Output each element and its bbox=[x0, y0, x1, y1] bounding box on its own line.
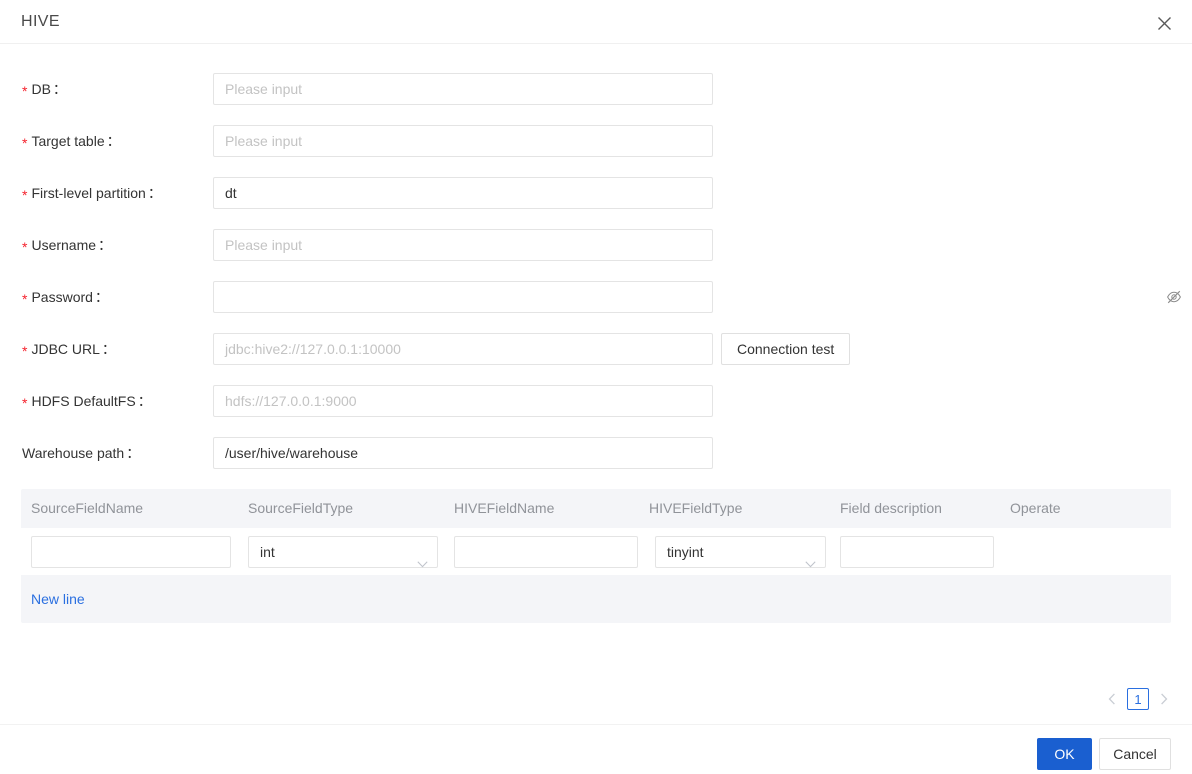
column-header-source-field-type: SourceFieldType bbox=[248, 489, 353, 528]
hive-field-type-select[interactable]: tinyint bbox=[655, 536, 826, 568]
close-icon-glyph bbox=[1157, 16, 1172, 31]
label-hdfs-defaultfs-text: HDFS DefaultFS bbox=[31, 393, 135, 409]
table-footer-row: New line bbox=[21, 575, 1171, 623]
required-marker: * bbox=[22, 135, 27, 151]
label-password: *Password： bbox=[0, 281, 196, 313]
eye-invisible-icon[interactable] bbox=[1166, 289, 1182, 305]
close-icon[interactable] bbox=[1150, 9, 1178, 37]
label-colon: ： bbox=[138, 393, 152, 409]
table-row: int tinyint bbox=[21, 528, 1171, 575]
required-marker: * bbox=[22, 343, 27, 359]
source-field-type-value: int bbox=[260, 544, 275, 560]
form-row-password: *Password： bbox=[0, 281, 1192, 313]
form-row-warehouse-path: Warehouse path： /user/hive/warehouse bbox=[0, 437, 1192, 469]
connection-test-button[interactable]: Connection test bbox=[721, 333, 850, 365]
cancel-button[interactable]: Cancel bbox=[1099, 738, 1171, 770]
hdfs-defaultfs-input[interactable]: hdfs://127.0.0.1:9000 bbox=[213, 385, 713, 417]
ok-button[interactable]: OK bbox=[1037, 738, 1092, 770]
source-field-type-select[interactable]: int bbox=[248, 536, 438, 568]
form-row-jdbc-url: *JDBC URL： jdbc:hive2://127.0.0.1:10000 … bbox=[0, 333, 1192, 365]
jdbc-url-input[interactable]: jdbc:hive2://127.0.0.1:10000 bbox=[213, 333, 713, 365]
label-target-table: *Target table： bbox=[0, 125, 196, 157]
form-row-username: *Username： Please input bbox=[0, 229, 1192, 261]
label-password-text: Password bbox=[31, 289, 92, 305]
password-input[interactable] bbox=[213, 281, 713, 313]
chevron-right-icon-glyph bbox=[1160, 693, 1168, 705]
required-marker: * bbox=[22, 187, 27, 203]
label-db-text: DB bbox=[31, 81, 50, 97]
label-hdfs-defaultfs: *HDFS DefaultFS： bbox=[0, 385, 196, 417]
form-row-db: *DB： Please input bbox=[0, 73, 1192, 105]
warehouse-path-input[interactable]: /user/hive/warehouse bbox=[213, 437, 713, 469]
label-target-table-text: Target table bbox=[31, 133, 104, 149]
column-header-source-field-name: SourceFieldName bbox=[31, 489, 143, 528]
column-header-hive-field-name: HIVEFieldName bbox=[454, 489, 554, 528]
field-description-input[interactable] bbox=[840, 536, 994, 568]
label-colon: ： bbox=[126, 445, 140, 461]
label-db: *DB： bbox=[0, 73, 196, 105]
hive-field-name-input[interactable] bbox=[454, 536, 638, 568]
label-jdbc-url: *JDBC URL： bbox=[0, 333, 196, 365]
label-warehouse-path: Warehouse path： bbox=[0, 437, 196, 469]
dialog-title: HIVE bbox=[21, 11, 60, 33]
chevron-left-icon-glyph bbox=[1108, 693, 1116, 705]
label-jdbc-url-text: JDBC URL bbox=[31, 341, 99, 357]
source-field-name-input[interactable] bbox=[31, 536, 231, 568]
hive-field-type-value: tinyint bbox=[667, 544, 704, 560]
column-header-hive-field-type: HIVEFieldType bbox=[649, 489, 742, 528]
required-marker: * bbox=[22, 83, 27, 99]
column-header-field-description: Field description bbox=[840, 489, 942, 528]
table-header-row: SourceFieldName SourceFieldType HIVEFiel… bbox=[21, 489, 1171, 528]
label-username: *Username： bbox=[0, 229, 196, 261]
chevron-down-icon-glyph bbox=[805, 561, 816, 568]
label-colon: ： bbox=[98, 237, 112, 253]
form-row-hdfs-defaultfs: *HDFS DefaultFS： hdfs://127.0.0.1:9000 bbox=[0, 385, 1192, 417]
dialog-header: HIVE bbox=[0, 0, 1192, 44]
label-colon: ： bbox=[107, 133, 121, 149]
field-mapping-table: SourceFieldName SourceFieldType HIVEFiel… bbox=[21, 489, 1171, 623]
required-marker: * bbox=[22, 291, 27, 307]
label-username-text: Username bbox=[31, 237, 96, 253]
username-input[interactable]: Please input bbox=[213, 229, 713, 261]
chevron-left-icon[interactable] bbox=[1105, 685, 1119, 713]
chevron-down-icon-glyph bbox=[417, 561, 428, 568]
new-line-button[interactable]: New line bbox=[31, 589, 85, 609]
form-row-target-table: *Target table： Please input bbox=[0, 125, 1192, 157]
db-input[interactable]: Please input bbox=[213, 73, 713, 105]
required-marker: * bbox=[22, 239, 27, 255]
label-colon: ： bbox=[148, 185, 162, 201]
label-warehouse-path-text: Warehouse path bbox=[22, 445, 124, 461]
form-row-first-level-partition: *First-level partition： dt bbox=[0, 177, 1192, 209]
chevron-down-icon bbox=[805, 548, 816, 555]
first-level-partition-input[interactable]: dt bbox=[213, 177, 713, 209]
column-header-operate: Operate bbox=[1010, 489, 1061, 528]
label-first-level-partition: *First-level partition： bbox=[0, 177, 196, 209]
label-first-level-partition-text: First-level partition bbox=[31, 185, 145, 201]
dialog-body: *DB： Please input *Target table： Please … bbox=[0, 45, 1192, 724]
pagination: 1 bbox=[1105, 685, 1171, 713]
label-colon: ： bbox=[95, 289, 109, 305]
chevron-right-icon[interactable] bbox=[1157, 685, 1171, 713]
target-table-input[interactable]: Please input bbox=[213, 125, 713, 157]
required-marker: * bbox=[22, 395, 27, 411]
chevron-down-icon bbox=[417, 548, 428, 555]
label-colon: ： bbox=[53, 81, 67, 97]
label-colon: ： bbox=[102, 341, 116, 357]
pagination-page-1[interactable]: 1 bbox=[1127, 688, 1149, 710]
dialog-footer: OK Cancel bbox=[0, 724, 1192, 774]
eye-invisible-icon-glyph bbox=[1166, 289, 1182, 305]
